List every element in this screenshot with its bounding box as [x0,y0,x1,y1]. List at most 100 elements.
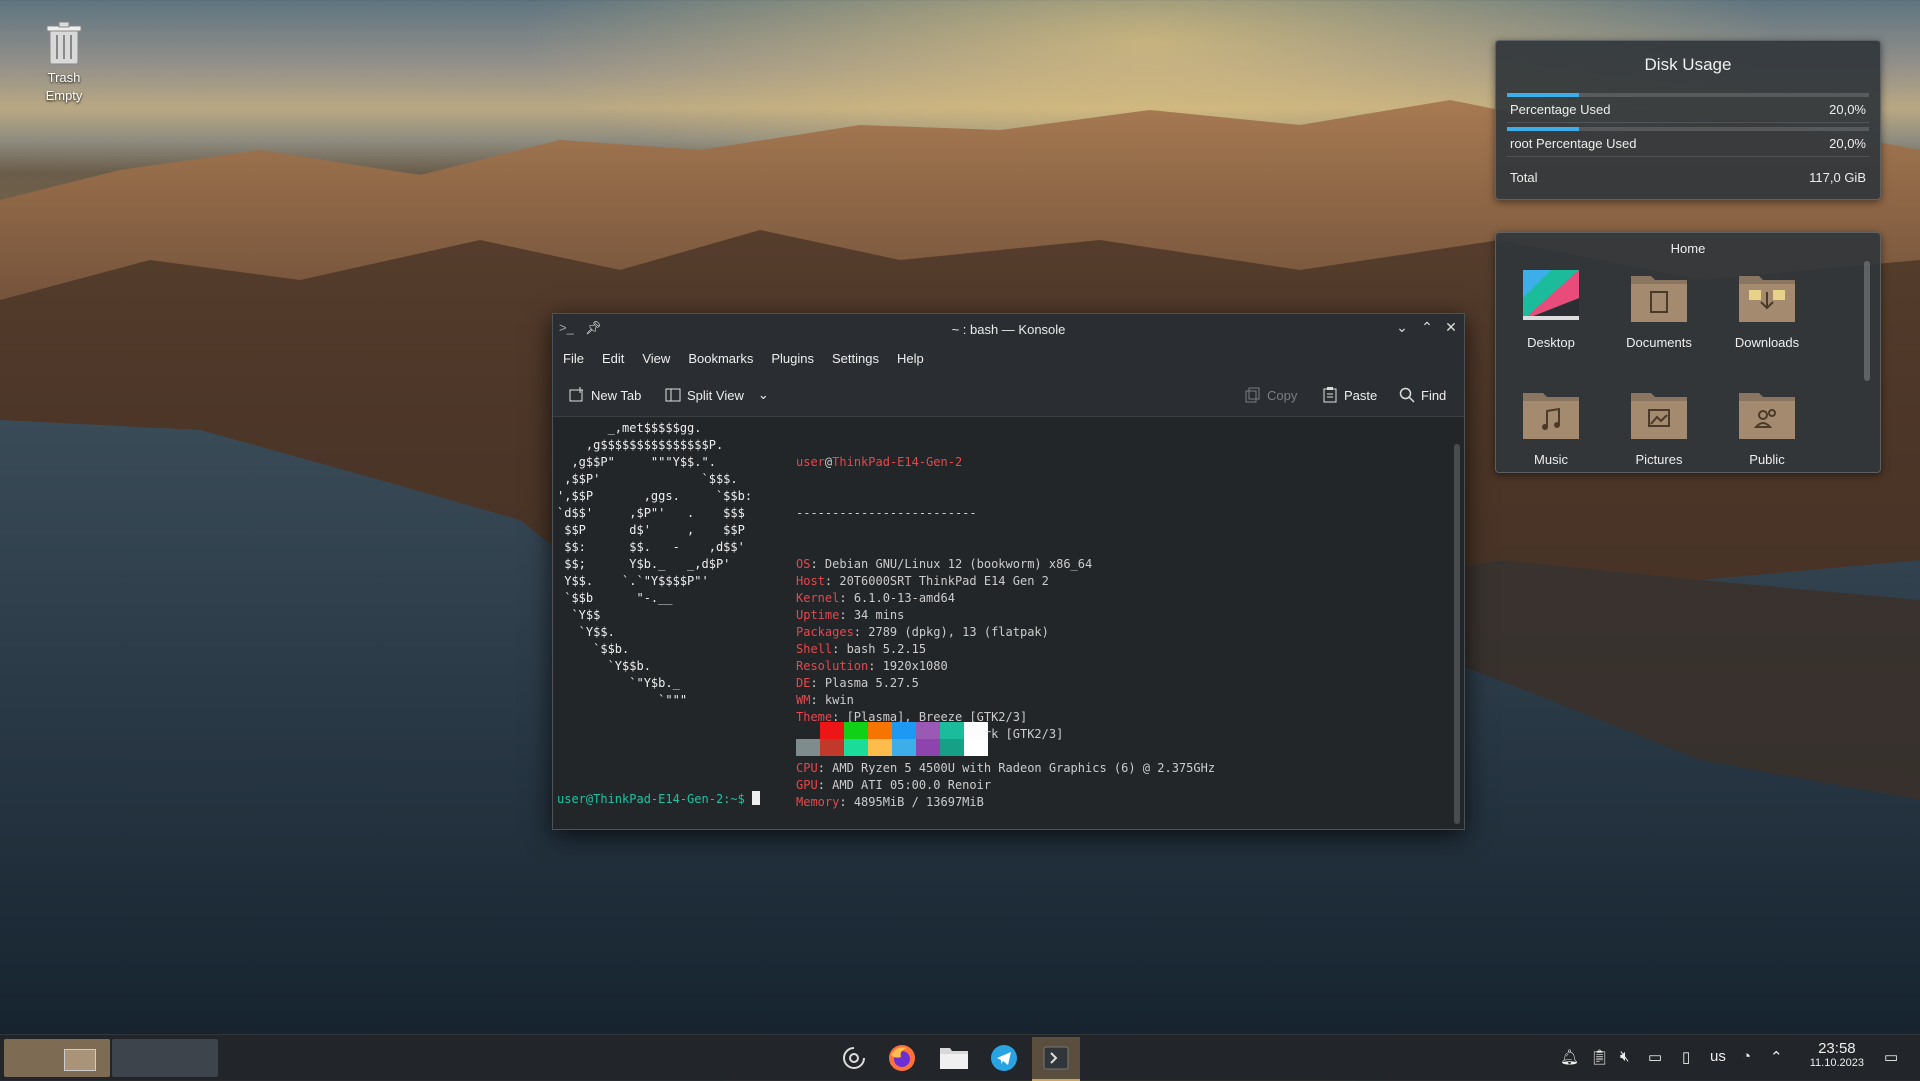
task-plasma[interactable] [832,1037,876,1079]
home-folder-widget[interactable]: Home Desktop Documents Downloads Music P… [1495,232,1881,473]
public-folder-icon [1739,393,1795,439]
trash-desktop-icon[interactable]: Trash Empty [28,21,100,105]
paste-button[interactable]: Paste [1322,387,1377,403]
keyboard-layout[interactable]: us [1710,1048,1726,1065]
info-key: Kernel [796,591,840,605]
usage-bar [1507,127,1869,131]
home-widget-scrollbar[interactable] [1864,261,1870,381]
maximize-icon[interactable]: ⌃ [1417,319,1437,336]
menu-view[interactable]: View [632,344,678,366]
info-key: Host [796,574,825,588]
paste-label: Paste [1344,387,1378,403]
prompt-text: user@ThinkPad-E14-Gen-2:~$ [557,792,745,806]
show-desktop-icon[interactable]: ▭ [1884,1048,1898,1066]
disk-row-value: 20,0% [1829,136,1866,151]
terminal-area[interactable]: _,met$$$$$gg. ,g$$$$$$$$$$$$$$$P. ,g$$P"… [553,417,1450,829]
color-palette [796,722,988,756]
info-key: OS [796,557,811,571]
find-button[interactable]: Find [1399,387,1446,403]
show-hidden-icons-chevron-up-icon[interactable]: ⌃ [1770,1048,1783,1066]
trash-sublabel: Empty [45,88,83,103]
disk-row-value: 117,0 GiB [1809,170,1866,185]
copy-icon [1245,387,1260,403]
usb-device-icon[interactable]: ▯ [1682,1048,1690,1066]
close-icon[interactable]: ✕ [1441,319,1461,336]
info-value: Plasma 5.27.5 [824,676,919,690]
disk-row-root-percentage: root Percentage Used 20,0% [1507,123,1869,157]
info-value: kwin [824,693,854,707]
info-line: OS: Debian GNU/Linux 12 (bookworm) x86_6… [796,557,1093,571]
clipboard-icon[interactable]: 📋︎ [1590,1048,1609,1066]
info-line: GPU: AMD ATI 05:00.0 Renoir [796,778,992,792]
split-view-label: Split View [687,387,744,403]
info-line: Uptime: 34 mins [796,608,905,622]
folder-public[interactable]: Public [1717,385,1817,467]
new-tab-icon [569,387,583,402]
menu-file[interactable]: File [553,344,592,366]
folder-downloads[interactable]: Downloads [1717,268,1817,350]
desktop-folder-icon [1523,270,1579,320]
folder-label: Pictures [1635,452,1683,467]
info-key: Shell [796,642,833,656]
music-folder-icon [1523,393,1579,439]
konsole-window[interactable]: >_ 📌︎ ~ : bash — Konsole ⌄ ⌃ ✕ File Edit V… [552,313,1465,830]
pager-window-thumbnail [64,1049,96,1071]
info-key: Resolution [796,659,869,673]
disk-row-percentage: Percentage Used 20,0% [1507,89,1869,123]
battery-icon[interactable]: ▭ [1648,1048,1662,1066]
task-telegram[interactable] [982,1037,1026,1079]
virtual-desktop-1[interactable] [4,1039,110,1077]
telegram-icon [991,1045,1017,1071]
paste-icon [1323,387,1337,403]
info-line: Shell: bash 5.2.15 [796,642,927,656]
chevron-down-icon[interactable]: ⌄ [758,387,769,403]
shell-prompt[interactable]: user@ThinkPad-E14-Gen-2:~$ [557,791,761,808]
wifi-icon[interactable]: ◔ [1742,1048,1751,1065]
folder-pictures[interactable]: Pictures [1609,385,1709,467]
split-view-icon [665,388,681,402]
info-line: DE: Plasma 5.27.5 [796,676,919,690]
info-host: ThinkPad-E14-Gen-2 [832,455,963,469]
menu-settings[interactable]: Settings [822,344,887,366]
folder-label: Downloads [1734,335,1800,350]
notifications-bell-icon[interactable]: 🔔︎ [1560,1048,1579,1066]
task-konsole[interactable] [1032,1037,1080,1081]
trash-icon [46,21,82,65]
volume-muted-icon[interactable]: 🔇︎ [1620,1048,1629,1065]
digital-clock[interactable]: 23:58 11.10.2023 [1810,1040,1864,1069]
neofetch-separator: ------------------------- [796,506,977,520]
folder-music[interactable]: Music [1501,385,1601,467]
menubar: File Edit View Bookmarks Plugins Settings Help [553,344,1464,372]
disk-usage-widget[interactable]: Disk Usage Percentage Used 20,0% root Pe… [1495,40,1881,200]
info-key: Memory [796,795,840,809]
neofetch-ascii-logo: _,met$$$$$gg. ,g$$$$$$$$$$$$$$$P. ,g$$P"… [557,421,753,707]
split-view-button[interactable]: Split View ⌄ [665,387,769,403]
minimize-icon[interactable]: ⌄ [1392,319,1412,336]
menu-help[interactable]: Help [887,344,932,366]
window-titlebar[interactable]: >_ 📌︎ ~ : bash — Konsole ⌄ ⌃ ✕ [553,314,1464,344]
folder-desktop[interactable]: Desktop [1501,268,1601,350]
palette-swatch [844,722,868,756]
task-firefox[interactable] [880,1037,924,1079]
clock-date: 11.10.2023 [1809,1057,1864,1069]
new-tab-button[interactable]: New Tab [569,387,641,403]
virtual-desktop-2[interactable] [112,1039,218,1077]
folder-documents[interactable]: Documents [1609,268,1709,350]
pictures-folder-icon [1631,393,1687,439]
info-line: Memory: 4895MiB / 13697MiB [796,795,984,809]
taskbar: 🔔︎ 📋︎ 🔇︎ ▭ ▯ us ◔ ⌃ 23:58 11.10.2023 ▭ [0,1034,1920,1081]
menu-bookmarks[interactable]: Bookmarks [678,344,761,366]
menu-edit[interactable]: Edit [592,344,632,366]
disk-row-label: Percentage Used [1510,102,1611,117]
task-file-manager[interactable] [932,1037,976,1079]
terminal-scrollbar[interactable] [1454,444,1460,824]
clock-time: 23:58 [1818,1040,1856,1057]
info-key: WM [796,693,811,707]
menu-plugins[interactable]: Plugins [761,344,822,366]
info-value: Debian GNU/Linux 12 (bookworm) x86_64 [824,557,1093,571]
home-widget-title: Home [1670,241,1706,256]
info-value: AMD Ryzen 5 4500U with Radeon Graphics (… [832,761,1216,775]
copy-button[interactable]: Copy [1245,387,1297,403]
palette-swatch [964,722,988,756]
info-line: WM: kwin [796,693,854,707]
